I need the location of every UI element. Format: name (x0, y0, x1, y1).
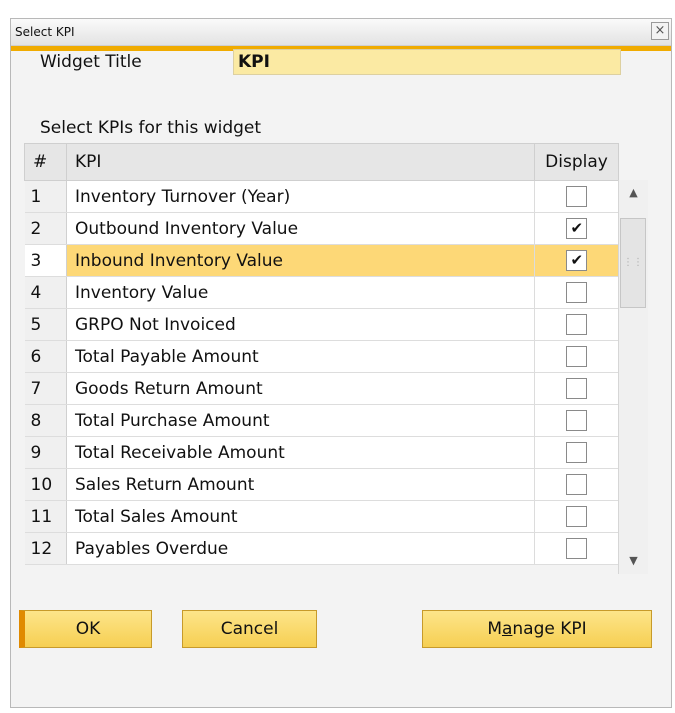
row-number: 9 (24, 436, 67, 469)
kpi-name-cell[interactable]: Payables Overdue (66, 532, 535, 565)
display-checkbox[interactable] (566, 186, 588, 207)
kpi-name-cell[interactable]: Inventory Turnover (Year) (66, 180, 535, 213)
display-checkbox[interactable]: ✔ (566, 218, 588, 239)
scroll-down-arrow-icon[interactable]: ▼ (619, 548, 648, 574)
display-cell (534, 276, 619, 309)
kpi-name-cell[interactable]: Goods Return Amount (66, 372, 535, 405)
row-number: 8 (24, 404, 67, 437)
display-checkbox[interactable] (566, 474, 588, 495)
display-cell: ✔ (534, 244, 619, 277)
display-cell (534, 340, 619, 373)
widget-title-label: Widget Title (40, 52, 142, 72)
display-checkbox[interactable]: ✔ (566, 250, 588, 271)
display-cell (534, 532, 619, 565)
kpi-name-cell[interactable]: Total Sales Amount (66, 500, 535, 533)
display-checkbox[interactable] (566, 442, 588, 463)
display-checkbox[interactable] (566, 506, 588, 527)
manage-kpi-label-end: nage KPI (512, 619, 587, 639)
display-cell (534, 500, 619, 533)
row-number: 3 (24, 244, 67, 277)
checkmark-icon: ✔ (570, 219, 584, 237)
display-checkbox[interactable] (566, 538, 588, 559)
column-header-kpi[interactable]: KPI (66, 143, 535, 181)
display-checkbox[interactable] (566, 282, 588, 303)
kpi-name-cell[interactable]: Inventory Value (66, 276, 535, 309)
row-number: 5 (24, 308, 67, 341)
table-row[interactable]: 8 Total Purchase Amount (24, 404, 619, 437)
row-number: 10 (24, 468, 67, 501)
grid-scrollbar[interactable]: ▲ ⋮⋮ ▼ (618, 180, 648, 574)
display-cell (534, 308, 619, 341)
display-cell (534, 404, 619, 437)
display-cell (534, 372, 619, 405)
table-row[interactable]: 3 Inbound Inventory Value ✔ (24, 244, 619, 277)
table-row[interactable]: 5 GRPO Not Invoiced (24, 308, 619, 341)
kpi-name-cell[interactable]: Outbound Inventory Value (66, 212, 535, 245)
kpi-name-cell[interactable]: Total Receivable Amount (66, 436, 535, 469)
widget-title-input[interactable] (233, 49, 621, 75)
display-checkbox[interactable] (566, 346, 588, 367)
kpi-name-cell[interactable]: Total Payable Amount (66, 340, 535, 373)
kpi-name-cell[interactable]: Sales Return Amount (66, 468, 535, 501)
display-checkbox[interactable] (566, 314, 588, 335)
table-row[interactable]: 12 Payables Overdue (24, 532, 619, 565)
manage-kpi-label-start: M (487, 619, 502, 639)
table-row[interactable]: 4 Inventory Value (24, 276, 619, 309)
table-row[interactable]: 10 Sales Return Amount (24, 468, 619, 501)
table-row[interactable]: 2 Outbound Inventory Value ✔ (24, 212, 619, 245)
display-cell (534, 468, 619, 501)
row-number: 6 (24, 340, 67, 373)
title-bar: Select KPI × (11, 19, 671, 46)
display-cell (534, 436, 619, 469)
ok-button[interactable]: OK (19, 610, 152, 648)
display-cell: ✔ (534, 212, 619, 245)
select-kpis-label: Select KPIs for this widget (40, 118, 262, 138)
kpi-name-cell[interactable]: GRPO Not Invoiced (66, 308, 535, 341)
manage-kpi-mnemonic: a (501, 619, 513, 639)
close-icon[interactable]: × (651, 22, 669, 40)
row-number: 12 (24, 532, 67, 565)
column-header-num[interactable]: # (24, 143, 67, 181)
table-row[interactable]: 6 Total Payable Amount (24, 340, 619, 373)
cancel-button[interactable]: Cancel (182, 610, 317, 648)
scroll-thumb[interactable]: ⋮⋮ (620, 218, 646, 308)
dialog-title: Select KPI (15, 25, 75, 39)
display-checkbox[interactable] (566, 378, 588, 399)
column-header-display[interactable]: Display (534, 143, 619, 181)
table-row[interactable]: 11 Total Sales Amount (24, 500, 619, 533)
kpi-name-cell[interactable]: Total Purchase Amount (66, 404, 535, 437)
row-number: 7 (24, 372, 67, 405)
scroll-up-arrow-icon[interactable]: ▲ (619, 180, 648, 206)
manage-kpi-button[interactable]: Manage KPI (422, 610, 652, 648)
grid-header-row: # KPI Display (24, 143, 619, 181)
row-number: 11 (24, 500, 67, 533)
display-checkbox[interactable] (566, 410, 588, 431)
table-row[interactable]: 9 Total Receivable Amount (24, 436, 619, 469)
kpi-grid: # KPI Display 1 Inventory Turnover (Year)… (24, 143, 619, 565)
checkmark-icon: ✔ (570, 251, 584, 269)
display-cell (534, 180, 619, 213)
table-row[interactable]: 7 Goods Return Amount (24, 372, 619, 405)
table-row[interactable]: 1 Inventory Turnover (Year) (24, 180, 619, 213)
row-number: 1 (24, 180, 67, 213)
row-number: 2 (24, 212, 67, 245)
kpi-name-cell[interactable]: Inbound Inventory Value (66, 244, 535, 277)
row-number: 4 (24, 276, 67, 309)
